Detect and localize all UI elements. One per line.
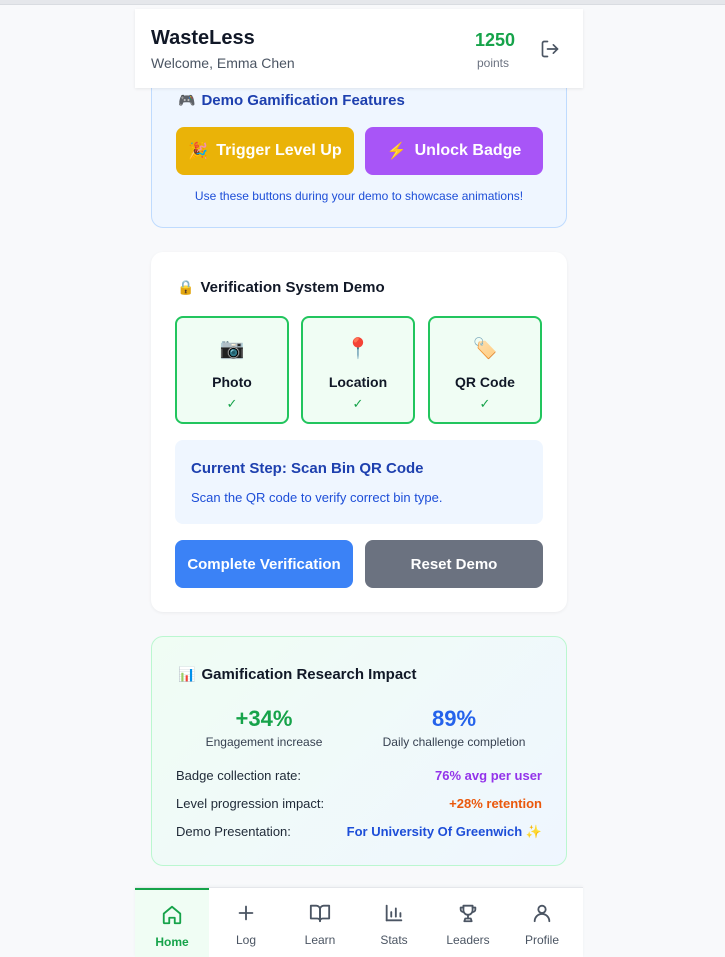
- demo-note: Use these buttons during your demo to sh…: [194, 189, 524, 203]
- trigger-level-up-button[interactable]: 🎉 Trigger Level Up: [176, 127, 354, 175]
- lightning-icon: ⚡: [386, 143, 407, 160]
- nav-log-label: Log: [235, 933, 257, 947]
- game-controller-icon: 🎮: [178, 92, 196, 108]
- nav-stats-label: Stats: [380, 933, 408, 947]
- bottom-navigation: Home Log Learn Stats Leaders Profile: [135, 887, 583, 957]
- research-title-text: Gamification Research Impact: [201, 666, 417, 683]
- check-icon: ✓: [226, 396, 238, 411]
- research-title: 📊 Gamification Research Impact: [178, 666, 417, 683]
- demo-gamification-title-text: Demo Gamification Features: [201, 92, 405, 109]
- engagement-stat-label: Engagement increase: [205, 735, 323, 749]
- lock-icon: 🔒: [177, 279, 195, 295]
- unlock-badge-label: Unlock Badge: [414, 142, 522, 159]
- step-qr-code[interactable]: 🏷️ QR Code ✓: [428, 316, 542, 424]
- logout-icon[interactable]: [539, 39, 561, 59]
- current-step-panel: Current Step: Scan Bin QR Code Scan the …: [175, 440, 543, 524]
- demo-presentation-label: Demo Presentation:: [176, 824, 291, 839]
- reset-demo-button[interactable]: Reset Demo: [365, 540, 543, 588]
- check-icon: ✓: [352, 396, 364, 411]
- challenge-stat-label: Daily challenge completion: [382, 735, 526, 749]
- nav-home[interactable]: Home: [135, 888, 209, 957]
- badge-rate-label: Badge collection rate:: [176, 768, 302, 783]
- app-title: WasteLess: [151, 27, 255, 49]
- camera-icon: 📷: [219, 338, 245, 360]
- current-step-title: Current Step: Scan Bin QR Code: [191, 460, 424, 477]
- points-value: 1250: [474, 30, 515, 50]
- demo-gamification-title: 🎮 Demo Gamification Features: [178, 92, 405, 109]
- tag-icon: 🏷️: [472, 338, 498, 360]
- home-icon: [162, 905, 182, 925]
- nav-home-label: Home: [155, 935, 189, 949]
- bar-chart-icon: [385, 904, 403, 922]
- bar-chart-emoji-icon: 📊: [178, 666, 196, 682]
- unlock-badge-button[interactable]: ⚡ Unlock Badge: [365, 127, 543, 175]
- browser-top-divider: [0, 4, 725, 5]
- step-location-label: Location: [328, 374, 388, 390]
- level-impact-value: +28% retention: [449, 796, 542, 811]
- trophy-icon: [459, 904, 477, 923]
- plus-icon: [238, 905, 254, 921]
- step-qr-code-label: QR Code: [455, 374, 515, 390]
- nav-log[interactable]: Log: [209, 888, 283, 957]
- verification-card: 🔒 Verification System Demo 📷 Photo ✓ 📍 Lo…: [151, 252, 567, 612]
- complete-verification-button[interactable]: Complete Verification: [175, 540, 353, 588]
- nav-stats[interactable]: Stats: [357, 888, 431, 957]
- pin-icon: 📍: [345, 338, 371, 360]
- badge-rate-value: 76% avg per user: [435, 768, 542, 783]
- nav-learn[interactable]: Learn: [283, 888, 357, 957]
- book-icon: [309, 904, 331, 923]
- step-photo[interactable]: 📷 Photo ✓: [175, 316, 289, 424]
- nav-learn-label: Learn: [304, 933, 336, 947]
- nav-profile-label: Profile: [524, 933, 559, 947]
- user-icon: [533, 904, 551, 923]
- app-header: WasteLess Welcome, Emma Chen 1250 points: [135, 9, 583, 88]
- current-step-description: Scan the QR code to verify correct bin t…: [191, 490, 443, 505]
- welcome-text: Welcome, Emma Chen: [151, 55, 295, 71]
- verification-title-text: Verification System Demo: [200, 279, 385, 296]
- points-label: points: [476, 56, 510, 70]
- challenge-stat-value: 89%: [431, 706, 477, 731]
- research-impact-card: 📊 Gamification Research Impact +34% Engag…: [151, 636, 567, 866]
- trigger-level-up-label: Trigger Level Up: [216, 142, 342, 159]
- nav-leaders[interactable]: Leaders: [431, 888, 505, 957]
- step-location[interactable]: 📍 Location ✓: [301, 316, 415, 424]
- party-popper-icon: 🎉: [188, 143, 209, 160]
- demo-gamification-card: 🎮 Demo Gamification Features 🎉 Trigger Le…: [151, 70, 567, 228]
- check-icon: ✓: [479, 396, 491, 411]
- level-impact-label: Level progression impact:: [176, 796, 325, 811]
- demo-presentation-value: For University Of Greenwich ✨: [346, 824, 542, 839]
- step-photo-label: Photo: [212, 374, 252, 390]
- engagement-stat-value: +34%: [235, 706, 293, 731]
- nav-leaders-label: Leaders: [446, 933, 490, 947]
- verification-title: 🔒 Verification System Demo: [177, 279, 385, 296]
- nav-profile[interactable]: Profile: [505, 888, 579, 957]
